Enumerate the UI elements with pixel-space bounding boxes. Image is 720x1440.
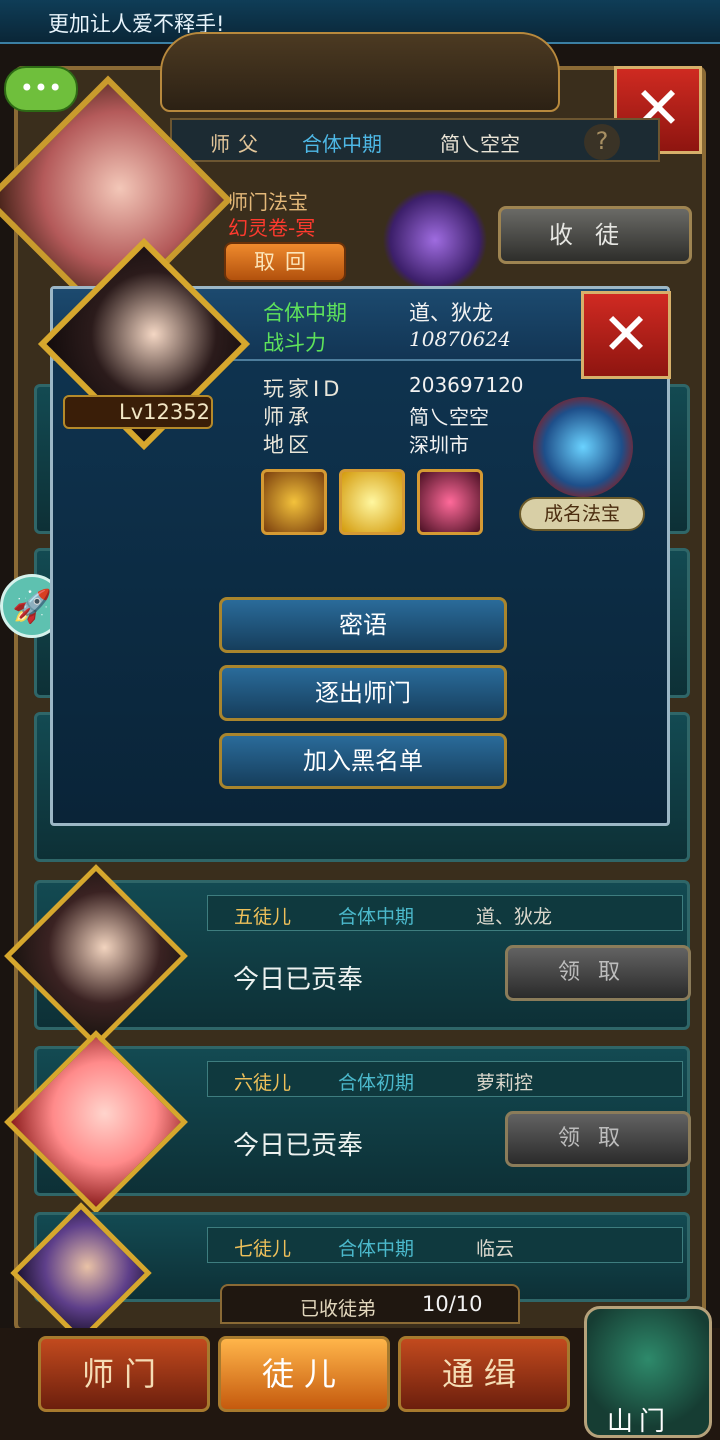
skill-icon[interactable] — [417, 469, 483, 535]
disciple-order: 五徒儿 — [234, 906, 292, 928]
blacklist-button[interactable]: 加入黑名单 — [219, 733, 507, 789]
player-id-value: 203697120 — [409, 373, 524, 397]
fame-treasure-icon[interactable] — [533, 397, 633, 497]
recruit-button[interactable]: 收徒 — [498, 206, 692, 264]
treasure-scroll-icon — [380, 190, 490, 290]
count-value: 10/10 — [422, 1292, 483, 1316]
retrieve-button[interactable]: 取回 — [224, 242, 346, 282]
count-label: 已收徒弟 — [300, 1298, 377, 1320]
mountain-gate-label: 山门 — [607, 1407, 672, 1437]
disciple-info-bar: 七徒儿 合体中期 临云 — [207, 1227, 683, 1263]
tab-sect[interactable]: 师门 — [38, 1336, 210, 1412]
disciple-name: 临云 — [476, 1238, 515, 1260]
disciple-stage: 合体初期 — [338, 1072, 415, 1094]
lineage-label: 师承 — [263, 405, 313, 429]
tab-disciples[interactable]: 徒儿 — [218, 1336, 390, 1412]
claim-button[interactable]: 领取 — [505, 1111, 691, 1167]
mountain-gate-button[interactable]: 山门 — [584, 1306, 712, 1438]
player-id-label: 玩家ID — [263, 377, 344, 401]
help-icon[interactable]: ? — [584, 124, 620, 160]
region-value: 深圳市 — [409, 433, 469, 457]
skill-icon[interactable] — [339, 469, 405, 535]
treasure-name: 幻灵卷-冥 — [228, 216, 316, 240]
treasure-label: 师门法宝 — [228, 190, 308, 214]
power-value: 10870624 — [409, 327, 511, 351]
whisper-button[interactable]: 密语 — [219, 597, 507, 653]
power-label: 战斗力 — [263, 331, 326, 355]
master-role: 师父 — [210, 132, 266, 156]
disciple-name: 萝莉控 — [476, 1072, 534, 1094]
region-label: 地区 — [263, 433, 313, 457]
disciple-status: 今日已贡奉 — [233, 965, 364, 995]
disciple-info-bar: 六徒儿 合体初期 萝莉控 — [207, 1061, 683, 1097]
popup-name: 道、狄龙 — [409, 301, 493, 325]
disciple-order: 六徒儿 — [234, 1072, 292, 1094]
disciple-order: 七徒儿 — [234, 1238, 292, 1260]
lineage-value: 简乀空空 — [409, 405, 489, 429]
disciple-count-bar: 已收徒弟 10/10 — [220, 1284, 520, 1324]
popup-stage: 合体中期 — [263, 301, 347, 325]
master-name: 简乀空空 — [440, 132, 520, 156]
disciple-stage: 合体中期 — [338, 906, 415, 928]
disciple-status: 今日已贡奉 — [233, 1131, 364, 1161]
disciple-card: 六徒儿 合体初期 萝莉控 今日已贡奉 领取 — [4, 1030, 691, 1214]
disciple-stage: 合体中期 — [338, 1238, 415, 1260]
player-info-popup: 合体中期 道、狄龙 战斗力 10870624 ✕ Lv12352 玩家ID 20… — [37, 237, 671, 826]
claim-button[interactable]: 领取 — [505, 945, 691, 1001]
chat-bubble-icon[interactable]: ••• — [4, 66, 78, 112]
tab-wanted[interactable]: 通缉 — [398, 1336, 570, 1412]
disciple-card: 五徒儿 合体中期 道、狄龙 今日已贡奉 领取 — [4, 864, 691, 1048]
disciple-name: 道、狄龙 — [476, 906, 553, 928]
player-level: Lv12352 — [63, 395, 213, 429]
disciple-info-bar: 五徒儿 合体中期 道、狄龙 — [207, 895, 683, 931]
header-ornament — [160, 32, 560, 112]
popup-close-icon[interactable]: ✕ — [581, 291, 671, 379]
master-info-bar: 师父 合体中期 简乀空空 ? — [170, 118, 660, 162]
skill-icon[interactable] — [261, 469, 327, 535]
expel-button[interactable]: 逐出师门 — [219, 665, 507, 721]
fame-treasure-label: 成名法宝 — [519, 497, 645, 531]
master-stage: 合体中期 — [302, 132, 382, 156]
